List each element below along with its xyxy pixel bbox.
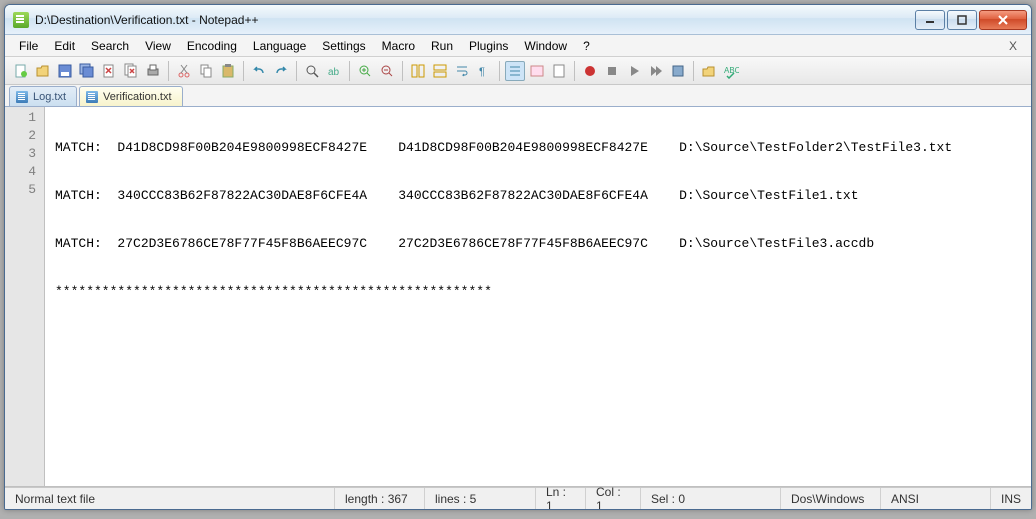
status-encoding: ANSI: [881, 488, 991, 509]
code-area[interactable]: MATCH: D41D8CD98F00B204E9800998ECF8427E …: [45, 107, 1031, 486]
explorer-icon[interactable]: [699, 61, 719, 81]
toolbar-divider: [168, 61, 169, 81]
close-button[interactable]: [979, 10, 1027, 30]
svg-text:ab: ab: [328, 67, 340, 78]
indent-guide-icon[interactable]: [505, 61, 525, 81]
zoom-out-icon[interactable]: [377, 61, 397, 81]
sync-h-icon[interactable]: [430, 61, 450, 81]
sync-v-icon[interactable]: [408, 61, 428, 81]
save-icon[interactable]: [55, 61, 75, 81]
spellcheck-icon[interactable]: ABC: [721, 61, 741, 81]
menu-settings[interactable]: Settings: [314, 37, 373, 55]
toolbar-divider: [574, 61, 575, 81]
status-sel: Sel : 0: [641, 488, 781, 509]
menu-search[interactable]: Search: [83, 37, 137, 55]
file-icon: [86, 91, 98, 103]
menubar: File Edit Search View Encoding Language …: [5, 35, 1031, 57]
code-line: MATCH: D41D8CD98F00B204E9800998ECF8427E …: [55, 139, 1031, 157]
editor[interactable]: 1 2 3 4 5 MATCH: D41D8CD98F00B204E980099…: [5, 107, 1031, 487]
wrap-icon[interactable]: [452, 61, 472, 81]
code-line: MATCH: 27C2D3E6786CE78F77F45F8B6AEEC97C …: [55, 235, 1031, 253]
svg-text:¶: ¶: [479, 66, 485, 78]
menu-file[interactable]: File: [11, 37, 46, 55]
menu-plugins[interactable]: Plugins: [461, 37, 516, 55]
menu-help[interactable]: ?: [575, 37, 598, 55]
play-macro-icon[interactable]: [624, 61, 644, 81]
window-title: D:\Destination\Verification.txt - Notepa…: [35, 13, 913, 27]
statusbar: Normal text file length : 367 lines : 5 …: [5, 487, 1031, 509]
toolbar-divider: [693, 61, 694, 81]
paste-icon[interactable]: [218, 61, 238, 81]
svg-text:ABC: ABC: [724, 66, 739, 75]
menu-language[interactable]: Language: [245, 37, 314, 55]
menu-close-x[interactable]: X: [1001, 39, 1025, 53]
status-mode: INS: [991, 488, 1031, 509]
tab-label: Verification.txt: [103, 91, 171, 103]
main-window: D:\Destination\Verification.txt - Notepa…: [4, 4, 1032, 510]
tabbar: Log.txt Verification.txt: [5, 85, 1031, 107]
print-icon[interactable]: [143, 61, 163, 81]
copy-icon[interactable]: [196, 61, 216, 81]
toolbar-divider: [499, 61, 500, 81]
user-lang-icon[interactable]: [527, 61, 547, 81]
menu-view[interactable]: View: [137, 37, 179, 55]
menu-window[interactable]: Window: [516, 37, 575, 55]
status-lines: lines : 5: [425, 488, 536, 509]
code-line: [55, 331, 1031, 349]
replace-icon[interactable]: ab: [324, 61, 344, 81]
status-filetype: Normal text file: [5, 488, 335, 509]
undo-icon[interactable]: [249, 61, 269, 81]
status-ln: Ln : 1: [536, 488, 586, 509]
code-line: ****************************************…: [55, 283, 1031, 301]
doc-map-icon[interactable]: [549, 61, 569, 81]
play-multi-icon[interactable]: [646, 61, 666, 81]
titlebar[interactable]: D:\Destination\Verification.txt - Notepa…: [5, 5, 1031, 35]
menu-encoding[interactable]: Encoding: [179, 37, 245, 55]
line-number: 5: [5, 181, 44, 199]
zoom-in-icon[interactable]: [355, 61, 375, 81]
status-eol: Dos\Windows: [781, 488, 881, 509]
redo-icon[interactable]: [271, 61, 291, 81]
status-col: Col : 1: [586, 488, 641, 509]
close-all-icon[interactable]: [121, 61, 141, 81]
window-buttons: [913, 10, 1027, 30]
line-number: 2: [5, 127, 44, 145]
status-length: length : 367: [335, 488, 425, 509]
toolbar-divider: [402, 61, 403, 81]
all-chars-icon[interactable]: ¶: [474, 61, 494, 81]
find-icon[interactable]: [302, 61, 322, 81]
line-number: 4: [5, 163, 44, 181]
save-all-icon[interactable]: [77, 61, 97, 81]
stop-macro-icon[interactable]: [602, 61, 622, 81]
record-macro-icon[interactable]: [580, 61, 600, 81]
menu-macro[interactable]: Macro: [374, 37, 423, 55]
line-number-gutter: 1 2 3 4 5: [5, 107, 45, 486]
open-file-icon[interactable]: [33, 61, 53, 81]
code-line: MATCH: 340CCC83B62F87822AC30DAE8F6CFE4A …: [55, 187, 1031, 205]
menu-run[interactable]: Run: [423, 37, 461, 55]
menu-edit[interactable]: Edit: [46, 37, 83, 55]
toolbar-divider: [349, 61, 350, 81]
maximize-button[interactable]: [947, 10, 977, 30]
cut-icon[interactable]: [174, 61, 194, 81]
minimize-button[interactable]: [915, 10, 945, 30]
toolbar: ab ¶ ABC: [5, 57, 1031, 85]
file-icon: [16, 91, 28, 103]
new-file-icon[interactable]: [11, 61, 31, 81]
save-macro-icon[interactable]: [668, 61, 688, 81]
tab-label: Log.txt: [33, 91, 66, 103]
toolbar-divider: [243, 61, 244, 81]
line-number: 3: [5, 145, 44, 163]
line-number: 1: [5, 109, 44, 127]
tab-log[interactable]: Log.txt: [9, 86, 77, 106]
tab-verification[interactable]: Verification.txt: [79, 86, 182, 106]
app-icon: [13, 12, 29, 28]
toolbar-divider: [296, 61, 297, 81]
close-file-icon[interactable]: [99, 61, 119, 81]
